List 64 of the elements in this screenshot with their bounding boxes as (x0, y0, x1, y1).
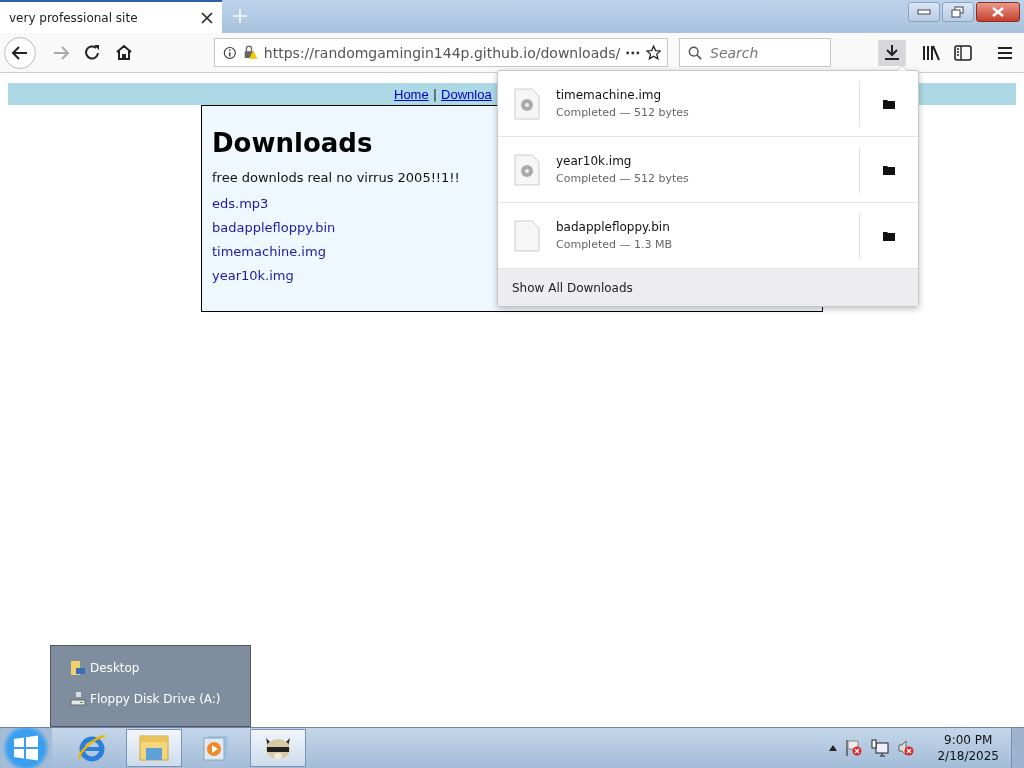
flag-error-icon[interactable] (845, 739, 864, 757)
close-icon[interactable] (201, 11, 213, 24)
close-button[interactable] (976, 2, 1020, 22)
media-player-icon (202, 734, 230, 762)
close-icon (991, 7, 1005, 17)
download-name: timemachine.img (556, 88, 663, 102)
drive-icon (70, 691, 86, 707)
windows-logo-icon (13, 735, 39, 761)
download-status: Completed — 512 bytes (556, 106, 690, 119)
download-status: Completed — 1.3 MB (556, 238, 673, 251)
disk-image-file-icon (514, 153, 540, 186)
star-icon[interactable] (645, 44, 661, 61)
address-bar[interactable]: https://randomgamingin144p.github.io/downloads/ (214, 38, 668, 67)
menu-icon[interactable] (997, 45, 1013, 60)
nav-separator: | (432, 86, 438, 102)
file-icon (514, 219, 540, 252)
speaker-muted-icon[interactable] (897, 739, 916, 757)
desktop-folder-icon (70, 660, 86, 676)
file-link[interactable]: badapplefloppy.bin (212, 216, 336, 240)
file-link[interactable]: year10k.img (212, 264, 294, 288)
clock[interactable]: 9:00 PM 2/18/2025 (937, 733, 999, 763)
reload-icon[interactable] (84, 44, 101, 61)
nav-link[interactable]: Home (394, 86, 429, 102)
start-button[interactable] (0, 728, 52, 768)
folder-icon (138, 734, 170, 762)
search-input[interactable]: Search (708, 43, 822, 62)
browser-e-icon (77, 733, 107, 763)
animal-app-taskbar-button[interactable] (250, 729, 306, 767)
download-item[interactable]: timemachine.img Completed — 512 bytes (498, 71, 918, 137)
back-arrow-icon (11, 44, 29, 61)
browser-tab[interactable]: very professional site (0, 0, 222, 33)
restore-icon (951, 6, 965, 18)
show-all-downloads-button[interactable]: Show All Downloads (498, 269, 918, 306)
folder-icon[interactable] (882, 97, 896, 110)
download-name: year10k.img (556, 154, 633, 168)
file-link[interactable]: eds.mp3 (212, 192, 269, 216)
folder-icon[interactable] (882, 229, 896, 242)
home-icon[interactable] (115, 44, 133, 61)
sidebar-icon[interactable] (954, 44, 972, 61)
folder-icon[interactable] (882, 163, 896, 176)
download-status: Completed — 512 bytes (556, 172, 690, 185)
minimize-icon (917, 9, 931, 15)
library-icon[interactable] (922, 44, 940, 61)
more-icon[interactable] (626, 50, 640, 55)
page-text: free downlods real no virrus 2005!!1!! (212, 170, 460, 185)
restore-button[interactable] (942, 2, 974, 22)
info-icon[interactable] (223, 44, 237, 61)
search-field[interactable]: Search (679, 38, 831, 67)
search-icon (688, 44, 702, 61)
network-icon[interactable] (871, 739, 890, 757)
download-icon (884, 44, 900, 61)
file-link[interactable]: timemachine.img (212, 240, 326, 264)
url-text: https://randomgamingin144p.github.io/downloads/ (263, 44, 621, 61)
lock-warning-icon[interactable] (242, 44, 258, 61)
folder-taskbar-button[interactable] (126, 729, 182, 767)
download-name: badapplefloppy.bin (556, 220, 671, 234)
page-heading: Downloads (212, 128, 373, 158)
nav-link[interactable]: Downloa (441, 86, 492, 102)
download-item[interactable]: year10k.img Completed — 512 bytes (498, 137, 918, 203)
back-button[interactable] (4, 36, 36, 69)
minimize-button[interactable] (908, 2, 940, 22)
downloads-button[interactable] (878, 39, 906, 66)
show-hidden-icons-icon[interactable] (829, 745, 838, 751)
disk-image-file-icon (514, 87, 540, 120)
